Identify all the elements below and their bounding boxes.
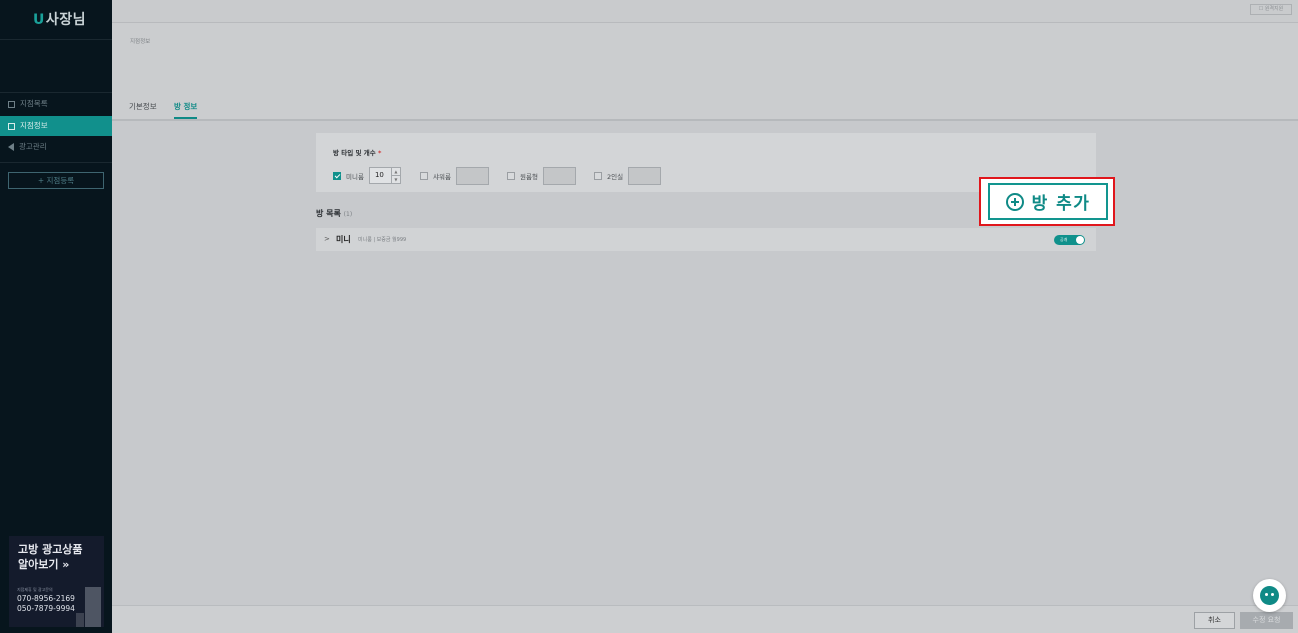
megaphone-icon (8, 143, 14, 151)
mini-room-count-stepper[interactable]: 10 ▲ ▼ (368, 167, 401, 184)
stepper-value: 10 (374, 171, 384, 179)
app-logo[interactable]: U사장님 (33, 9, 86, 29)
mini-room-checkbox[interactable] (333, 171, 341, 180)
sidebar-divider (0, 162, 112, 163)
page-header: 지점정보 기본정보 방 정보 (112, 23, 1298, 120)
toggle-knob (1076, 236, 1084, 244)
sidebar-divider (0, 92, 112, 93)
option-one-room: 원룸형 (507, 167, 576, 185)
chevron-right-icon[interactable]: > (324, 235, 330, 243)
add-room-highlight: 방 추가 (979, 177, 1115, 226)
breadcrumb: 지점정보 (130, 39, 151, 45)
room-meta: 미니룸 | 보증금 월999 (358, 237, 407, 243)
promo-phone-2: 050-7879-9994 (17, 604, 75, 613)
required-mark: * (377, 149, 382, 157)
option-label: 미니룸 (346, 172, 364, 181)
shower-room-count-input[interactable] (455, 167, 489, 185)
room-list-title-text: 방 목록 (316, 209, 341, 218)
remote-support-button[interactable]: ☐ 원격지원 (1250, 4, 1292, 15)
toggle-label: 공개 (1060, 237, 1068, 242)
header-divider (112, 119, 1298, 121)
room-name: 미니 (336, 235, 351, 244)
sidebar-divider (0, 39, 112, 40)
option-label: 2인실 (607, 173, 624, 181)
room-visibility-toggle[interactable]: 공개 (1054, 235, 1085, 245)
option-label: 원룸형 (520, 173, 538, 181)
promo-caption: 지점제휴 및 광고문의 (17, 587, 53, 592)
sidebar-item-label: 지점정보 (20, 121, 48, 130)
request-edit-button[interactable]: 수정 요청 (1240, 612, 1293, 629)
sidebar: U사장님 지점목록 지점정보 광고관리 + 지점등록 고방 광고상품 알아보기 … (0, 0, 112, 633)
chat-support-button[interactable] (1253, 579, 1286, 612)
promo-phone-1: 070-8956-2169 (17, 594, 75, 603)
option-shower-room: 샤워룸 (420, 167, 489, 185)
list-icon (8, 100, 15, 108)
shower-room-checkbox[interactable] (420, 172, 428, 180)
chevron-down-icon[interactable]: ▼ (391, 175, 400, 183)
tab-room-info[interactable]: 방 정보 (174, 101, 198, 119)
option-double-room: 2인실 (594, 167, 662, 185)
sidebar-item-ads[interactable]: 광고관리 (0, 137, 112, 157)
option-label: 샤워룸 (433, 173, 451, 181)
building-illustration (76, 613, 84, 627)
plus-circle-icon (1005, 192, 1024, 211)
tab-basic-info[interactable]: 기본정보 (129, 101, 157, 119)
sidebar-item-branch-list[interactable]: 지점목록 (0, 94, 112, 114)
option-mini-room: 미니룸 10 ▲ ▼ (333, 167, 401, 184)
footer-bar: 취소 수정 요청 (112, 605, 1298, 633)
double-room-count-input[interactable] (628, 167, 662, 185)
add-room-button[interactable]: 방 추가 (988, 183, 1108, 220)
sidebar-item-label: 지점목록 (20, 99, 48, 108)
ad-promo-banner[interactable]: 고방 광고상품 알아보기 » 지점제휴 및 광고문의 070-8956-2169… (9, 536, 104, 627)
room-type-label: 방 타입 및 개수 * (333, 147, 381, 157)
one-room-count-input[interactable] (542, 167, 576, 185)
stepper-arrows[interactable]: ▲ ▼ (390, 168, 400, 183)
cancel-button[interactable]: 취소 (1194, 612, 1235, 629)
sidebar-item-branch-info[interactable]: 지점정보 (0, 116, 112, 136)
promo-title: 고방 광고상품 알아보기 » (18, 543, 83, 571)
info-icon (8, 122, 15, 130)
chat-bot-icon (1260, 586, 1279, 605)
sidebar-item-label: 광고관리 (19, 142, 47, 151)
add-branch-button[interactable]: + 지점등록 (8, 172, 104, 189)
room-row[interactable]: > 미니 미니룸 | 보증금 월999 공개 (316, 228, 1096, 251)
chevron-up-icon[interactable]: ▲ (392, 168, 400, 175)
room-list-title: 방 목록 (1) (316, 208, 352, 219)
logo-text: 사장님 (45, 12, 87, 28)
double-room-checkbox[interactable] (594, 172, 602, 180)
one-room-checkbox[interactable] (507, 172, 515, 180)
add-room-label: 방 추가 (1031, 194, 1091, 214)
room-count: (1) (343, 211, 353, 218)
logo-letter: U (33, 12, 45, 28)
room-type-label-text: 방 타입 및 개수 (333, 149, 376, 157)
top-bar: ☐ 원격지원 (112, 0, 1298, 23)
building-illustration (85, 587, 101, 627)
